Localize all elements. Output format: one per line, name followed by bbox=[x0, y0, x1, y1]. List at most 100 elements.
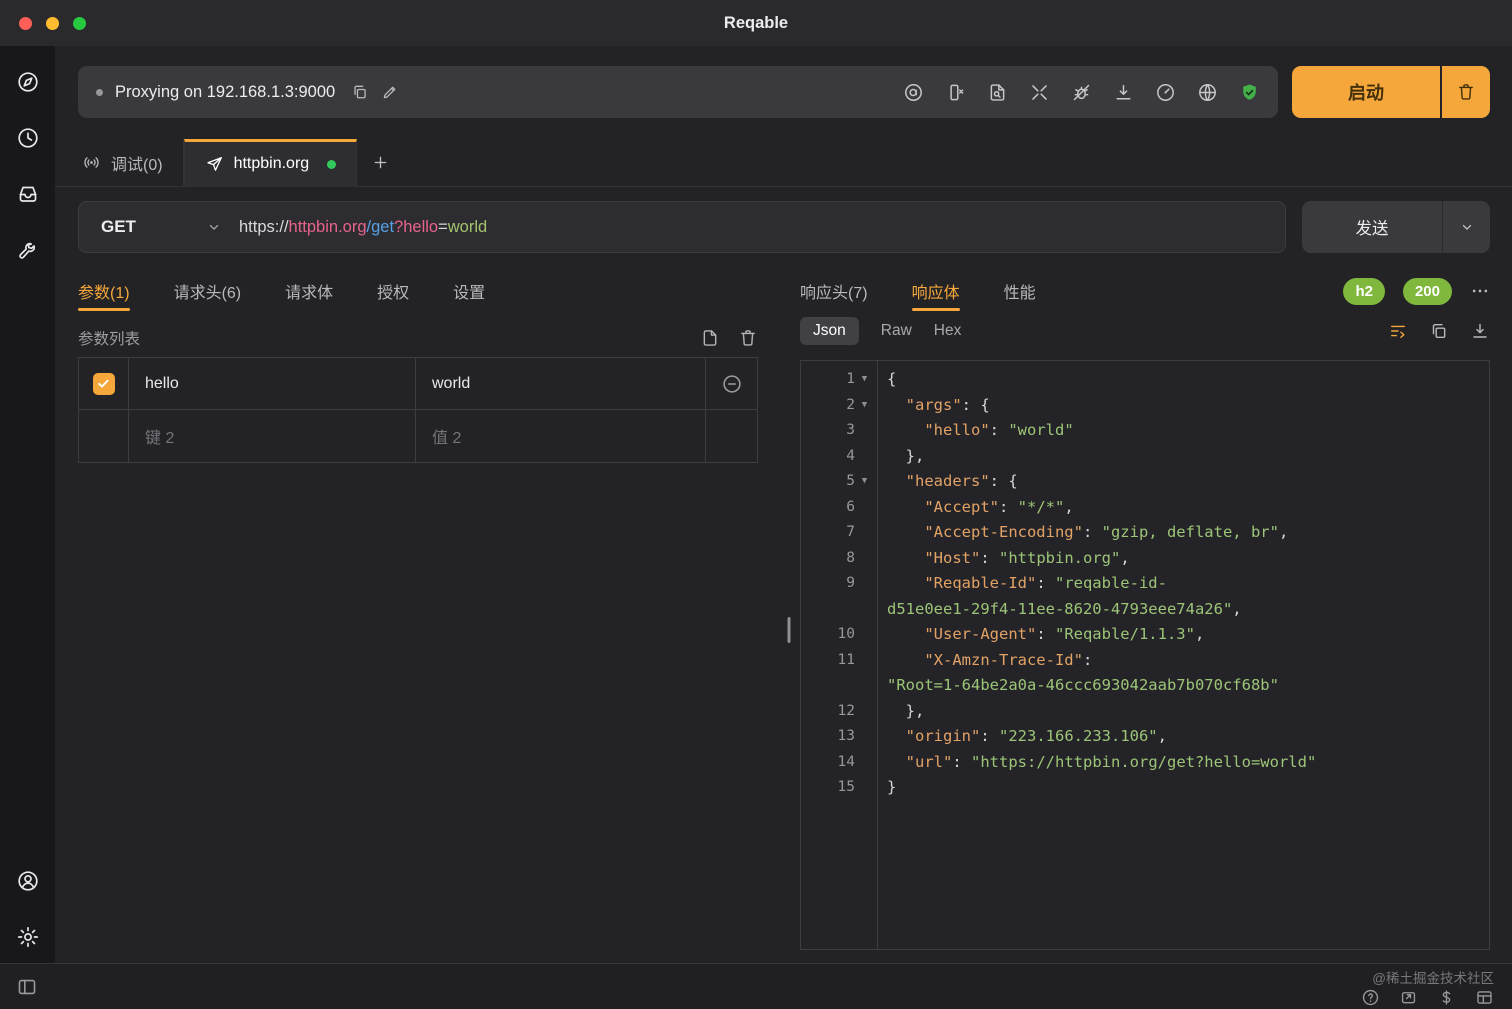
line-number: 14 bbox=[831, 750, 855, 776]
paper-plane-icon bbox=[205, 155, 224, 174]
code-line: 12▼ }, bbox=[801, 699, 1489, 725]
network-icon[interactable] bbox=[1197, 82, 1218, 103]
tab-httpbin[interactable]: httpbin.org bbox=[184, 139, 358, 186]
clear-sessions-button[interactable] bbox=[1440, 66, 1490, 118]
method-select[interactable]: GET bbox=[79, 202, 239, 252]
param-value-cell[interactable]: 值 2 bbox=[416, 410, 706, 462]
signal-icon bbox=[82, 153, 101, 172]
layout-icon[interactable] bbox=[1475, 988, 1494, 1007]
request-tab-params[interactable]: 参数(1) bbox=[78, 269, 130, 313]
param-key: hello bbox=[145, 375, 179, 393]
inspect-icon[interactable] bbox=[987, 82, 1008, 103]
param-value: world bbox=[432, 375, 470, 393]
code-text: "User-Agent": "Reqable/1.1.3", bbox=[877, 622, 1475, 648]
import-icon[interactable] bbox=[1113, 82, 1134, 103]
response-tab-body[interactable]: 响应体 bbox=[912, 269, 960, 313]
send-split-button: 发送 bbox=[1302, 201, 1490, 253]
edit-address-icon[interactable] bbox=[381, 83, 399, 101]
code-text: "Accept-Encoding": "gzip, deflate, br", bbox=[877, 520, 1475, 546]
request-tab-settings[interactable]: 设置 bbox=[453, 269, 485, 313]
url-segment: /get bbox=[367, 218, 395, 236]
url-input[interactable]: https://httpbin.org/get?hello=world bbox=[239, 218, 1285, 237]
request-input: GET https://httpbin.org/get?hello=world bbox=[78, 201, 1286, 253]
line-number: 7 bbox=[831, 520, 855, 546]
line-gutter: 8▼ bbox=[801, 546, 877, 572]
view-tab-raw[interactable]: Raw bbox=[881, 317, 912, 345]
titlebar: Reqable bbox=[0, 0, 1512, 46]
sponsor-icon[interactable] bbox=[1437, 988, 1456, 1007]
certificate-icon[interactable] bbox=[903, 82, 924, 103]
new-document-icon[interactable] bbox=[700, 328, 720, 348]
zoom-button[interactable] bbox=[73, 17, 86, 30]
param-check-cell[interactable] bbox=[79, 358, 129, 409]
param-key: 键 2 bbox=[145, 424, 174, 448]
code-text: { bbox=[877, 367, 1475, 393]
line-number: 2 bbox=[831, 393, 855, 419]
request-tab-body[interactable]: 请求体 bbox=[285, 269, 333, 313]
line-gutter: 10▼ bbox=[801, 622, 877, 648]
copy-response-icon[interactable] bbox=[1429, 321, 1449, 341]
checkbox-checked[interactable] bbox=[93, 373, 115, 395]
code-text: }, bbox=[877, 444, 1475, 470]
main-area: Proxying on 192.168.1.3:9000 bbox=[55, 46, 1512, 963]
line-gutter: 13▼ bbox=[801, 724, 877, 750]
feedback-icon[interactable] bbox=[1399, 988, 1418, 1007]
toggle-sidebar-icon[interactable] bbox=[16, 976, 38, 998]
debug-compass-icon[interactable] bbox=[16, 70, 40, 94]
tab-debug[interactable]: 调试(0) bbox=[62, 139, 184, 186]
param-key-cell[interactable]: hello bbox=[129, 358, 416, 409]
settings-gear-icon[interactable] bbox=[16, 925, 40, 949]
code-line: 1▼{ bbox=[801, 367, 1489, 393]
clear-params-trash-icon[interactable] bbox=[738, 328, 758, 348]
panel-resize-handle[interactable] bbox=[778, 269, 800, 963]
response-code: 1▼{2▼ "args": {3▼ "hello": "world"4▼ },5… bbox=[800, 360, 1490, 950]
close-button[interactable] bbox=[19, 17, 32, 30]
line-number: 10 bbox=[831, 622, 855, 648]
request-tab-auth[interactable]: 授权 bbox=[377, 269, 409, 313]
send-options-button[interactable] bbox=[1442, 201, 1490, 253]
start-button[interactable]: 启动 bbox=[1292, 66, 1440, 118]
line-number: 5 bbox=[831, 469, 855, 495]
request-tab-headers[interactable]: 请求头(6) bbox=[174, 269, 242, 313]
copy-address-icon[interactable] bbox=[351, 83, 369, 101]
toolbox-icon[interactable] bbox=[16, 238, 40, 262]
remove-param-icon[interactable] bbox=[721, 373, 743, 395]
param-key-cell[interactable]: 键 2 bbox=[129, 410, 416, 462]
account-icon[interactable] bbox=[16, 869, 40, 893]
param-action-cell bbox=[706, 410, 757, 462]
fold-toggle-icon[interactable]: ▼ bbox=[858, 393, 871, 419]
minimize-button[interactable] bbox=[46, 17, 59, 30]
format-code-icon[interactable] bbox=[1388, 321, 1408, 341]
watermark: @稀土掘金技术社区 bbox=[1372, 967, 1494, 987]
fold-toggle-icon[interactable]: ▼ bbox=[858, 469, 871, 495]
traffic-lights bbox=[19, 0, 86, 46]
disconnect-icon[interactable] bbox=[1029, 82, 1050, 103]
param-value: 值 2 bbox=[432, 424, 461, 448]
line-gutter: 9▼ bbox=[801, 571, 877, 622]
param-check-cell[interactable] bbox=[79, 410, 129, 462]
new-tab-button[interactable] bbox=[357, 139, 403, 186]
collection-icon[interactable] bbox=[16, 182, 40, 206]
response-tab-performance[interactable]: 性能 bbox=[1004, 269, 1036, 313]
tab-debug-label: 调试(0) bbox=[111, 151, 163, 175]
response-tab-headers[interactable]: 响应头(7) bbox=[800, 269, 868, 313]
param-value-cell[interactable]: world bbox=[416, 358, 706, 409]
code-line: 4▼ }, bbox=[801, 444, 1489, 470]
response-badges: h2200 bbox=[1343, 278, 1452, 305]
start-split-button: 启动 bbox=[1292, 66, 1490, 118]
code-line: 8▼ "Host": "httpbin.org", bbox=[801, 546, 1489, 572]
param-row: hello world bbox=[79, 358, 757, 410]
bug-disabled-icon[interactable] bbox=[1071, 82, 1092, 103]
view-tab-json[interactable]: Json bbox=[800, 317, 859, 345]
throttle-icon[interactable] bbox=[1155, 82, 1176, 103]
sidebar bbox=[0, 46, 55, 963]
mute-icon[interactable] bbox=[945, 82, 966, 103]
history-icon[interactable] bbox=[16, 126, 40, 150]
fold-toggle-icon[interactable]: ▼ bbox=[858, 367, 871, 393]
help-icon[interactable] bbox=[1361, 988, 1380, 1007]
download-response-icon[interactable] bbox=[1470, 321, 1490, 341]
send-button[interactable]: 发送 bbox=[1302, 201, 1442, 253]
more-icon[interactable] bbox=[1470, 281, 1490, 301]
view-tab-hex[interactable]: Hex bbox=[934, 317, 962, 345]
decrypt-shield-icon[interactable] bbox=[1239, 82, 1260, 103]
